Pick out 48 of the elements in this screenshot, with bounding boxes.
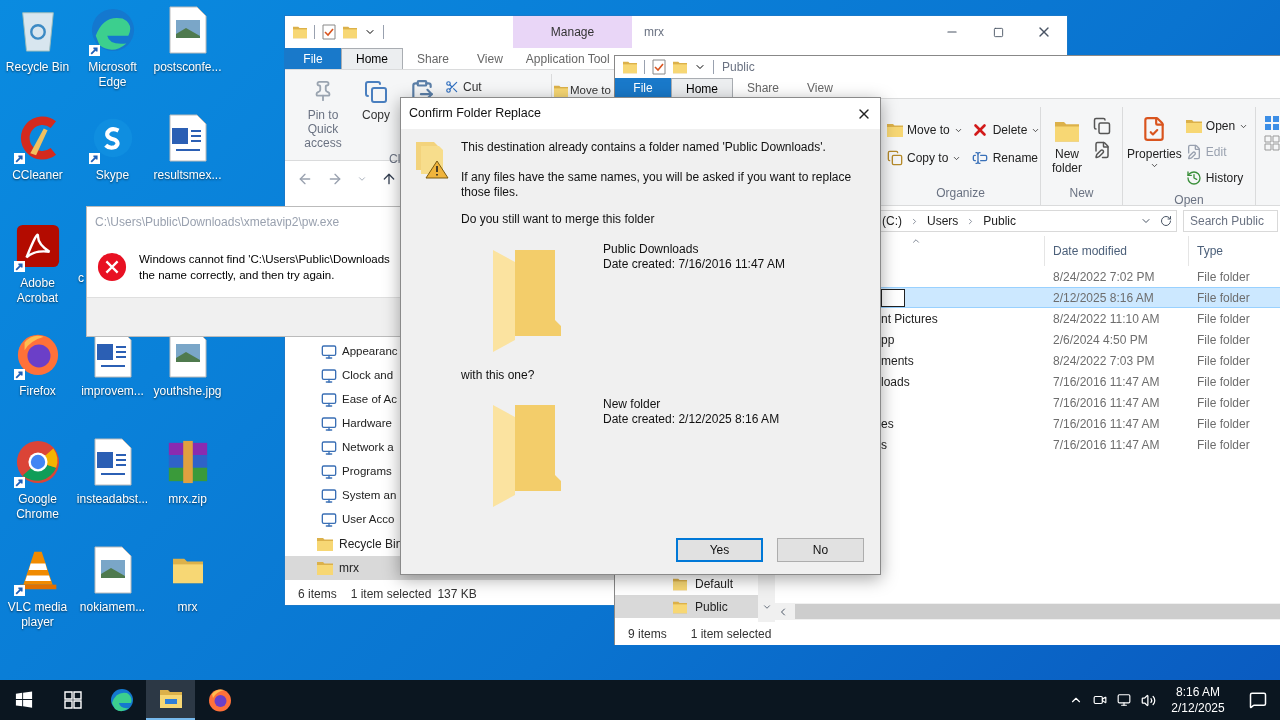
- status-item-count: 6 items: [298, 585, 337, 603]
- type-cell-text: File folder: [1196, 289, 1251, 307]
- file-name: es: [881, 415, 894, 433]
- date-cell-text: 7/16/2016 11:47 AM: [1052, 373, 1161, 391]
- type-cell-text: File folder: [1196, 352, 1251, 370]
- file-name: s: [881, 436, 887, 454]
- dialog-title: Confirm Folder Replace: [409, 105, 541, 123]
- type-cell-text: File folder: [1196, 331, 1251, 349]
- type-cell-text: File folder: [1196, 394, 1251, 412]
- type-cell-text: File folder: [1196, 268, 1251, 286]
- folder-date: Date created: 7/16/2016 11:47 AM: [603, 257, 785, 272]
- ribbon-group-label: Cl: [389, 151, 402, 168]
- ribbon-group-label: Open: [1173, 192, 1205, 209]
- type-cell-text: File folder: [1196, 415, 1251, 433]
- window-title: Public: [722, 59, 755, 76]
- status-item-count: 9 items: [628, 625, 667, 643]
- file-name: nt Pictures: [881, 310, 938, 328]
- ribbon-group-label: New: [1068, 185, 1095, 202]
- file-name: ments: [881, 352, 914, 370]
- dialog-question: Do you still want to merge this folder: [461, 212, 656, 227]
- date-cell-text: 7/16/2016 11:47 AM: [1052, 415, 1161, 433]
- date-cell-text: 2/6/2024 4:50 PM: [1052, 331, 1149, 349]
- status-selection: 1 item selected: [350, 585, 432, 603]
- date-cell-text: 8/24/2022 11:10 AM: [1052, 310, 1161, 328]
- dialog-detail: If any files have the same names, you will be asked if you want to replace those files.: [461, 170, 853, 200]
- folder-name: Public Downloads: [603, 242, 700, 257]
- dialog-title: C:\Users\Public\Downloads\xmetavip2\pw.exe: [94, 214, 341, 231]
- date-cell-text: 7/16/2016 11:47 AM: [1052, 436, 1161, 454]
- status-size: 137 KB: [437, 585, 477, 603]
- file-name: pp: [881, 331, 895, 349]
- window-title: mrx: [643, 24, 665, 41]
- status-selection: 1 item selected: [690, 625, 772, 643]
- date-cell-text: 2/12/2025 8:16 AM: [1052, 289, 1155, 307]
- file-name: loads: [881, 373, 910, 391]
- context-tab-header: Manage: [513, 16, 632, 48]
- date-cell-text: 8/24/2022 7:02 PM: [1052, 268, 1156, 286]
- type-cell-text: File folder: [1196, 310, 1251, 328]
- error-message-line: Windows cannot find 'C:\Users\Public\Downloads: [139, 252, 390, 267]
- dialog-connector-text: with this one?: [461, 368, 536, 383]
- date-cell-text: 7/16/2016 11:47 AM: [1052, 394, 1161, 412]
- folder-date: Date created: 2/12/2025 8:16 AM: [603, 412, 780, 427]
- date-cell-text: 8/24/2022 7:03 PM: [1052, 352, 1156, 370]
- type-cell-text: File folder: [1196, 373, 1251, 391]
- type-cell-text: File folder: [1196, 436, 1251, 454]
- ribbon-group-label: Organize: [935, 185, 986, 202]
- error-message-line: the name correctly, and then try again.: [139, 268, 336, 283]
- folder-name: New folder: [603, 397, 662, 412]
- dialog-message: This destination already contains a folder named 'Public Downloads'.: [461, 140, 827, 155]
